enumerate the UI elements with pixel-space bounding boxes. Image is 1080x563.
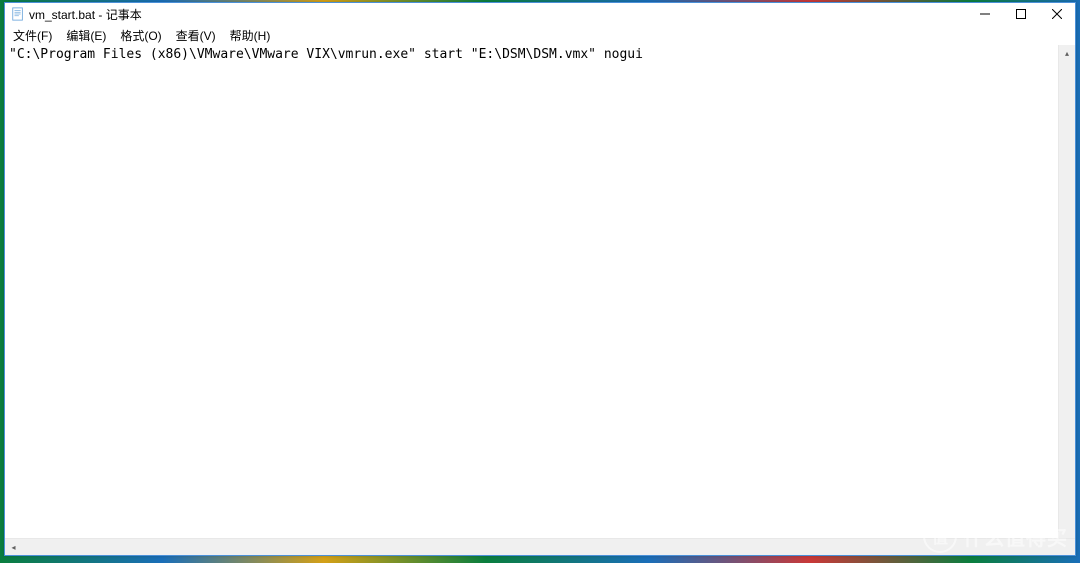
titlebar[interactable]: vm_start.bat - 记事本 xyxy=(5,3,1075,25)
text-editor[interactable]: "C:\Program Files (x86)\VMware\VMware VI… xyxy=(5,45,1058,538)
notepad-icon xyxy=(11,7,25,21)
menu-format[interactable]: 格式(O) xyxy=(118,27,163,44)
menu-file[interactable]: 文件(F) xyxy=(11,27,54,44)
h-scroll-track[interactable] xyxy=(22,539,1058,555)
menubar: 文件(F) 编辑(E) 格式(O) 查看(V) 帮助(H) xyxy=(5,25,1075,45)
scroll-up-icon[interactable]: ▴ xyxy=(1059,45,1075,62)
minimize-button[interactable] xyxy=(967,3,1003,25)
menu-help[interactable]: 帮助(H) xyxy=(228,27,273,44)
window-controls xyxy=(967,3,1075,25)
maximize-button[interactable] xyxy=(1003,3,1039,25)
scrollbar-corner xyxy=(1058,539,1075,555)
horizontal-scrollbar[interactable]: ◂ xyxy=(5,538,1075,555)
editor-area: "C:\Program Files (x86)\VMware\VMware VI… xyxy=(5,45,1075,538)
menu-view[interactable]: 查看(V) xyxy=(174,27,218,44)
close-button[interactable] xyxy=(1039,3,1075,25)
notepad-window: vm_start.bat - 记事本 文件(F) 编辑(E) 格式(O) 查看(… xyxy=(4,2,1076,556)
scroll-left-icon[interactable]: ◂ xyxy=(5,539,22,555)
vertical-scrollbar[interactable]: ▴ xyxy=(1058,45,1075,538)
window-title: vm_start.bat - 记事本 xyxy=(29,6,967,23)
menu-edit[interactable]: 编辑(E) xyxy=(64,27,108,44)
